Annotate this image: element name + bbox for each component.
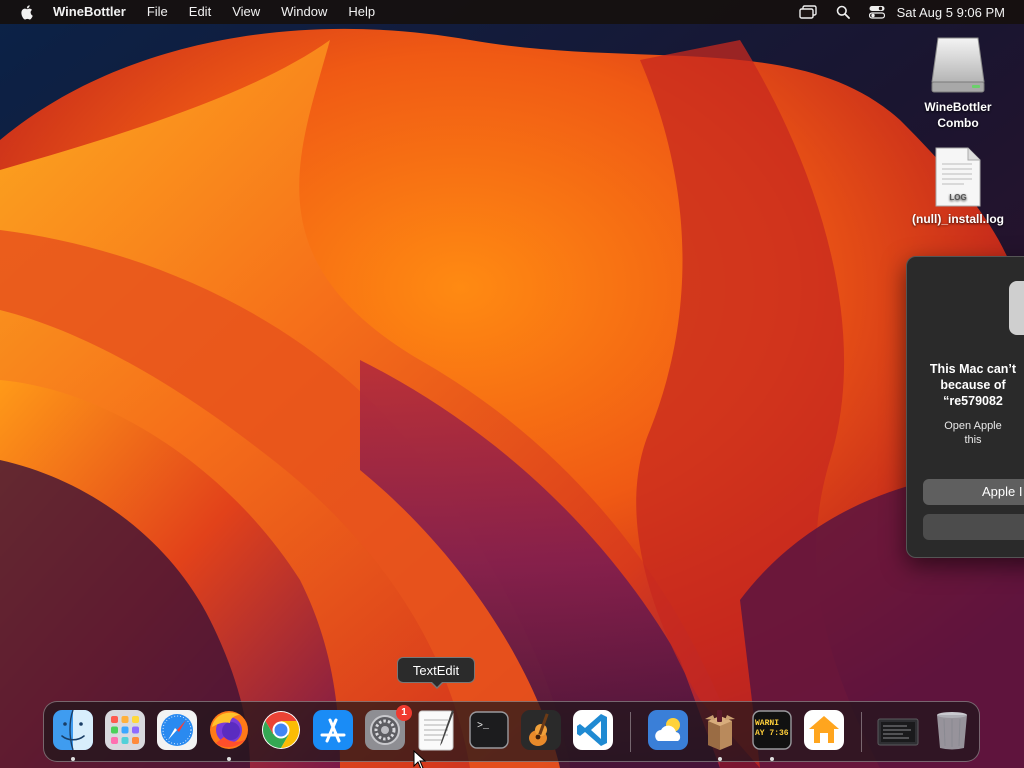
desktop-item-winebottler-combo[interactable]: WineBottler Combo (903, 34, 1013, 131)
menu-bar: WineBottler File Edit View Window Help S… (0, 0, 1024, 24)
downloads-stack-icon[interactable] (877, 709, 919, 751)
firefox-icon[interactable] (208, 709, 250, 751)
running-indicator (718, 757, 722, 761)
mouse-cursor-icon (413, 750, 427, 768)
dock-tooltip-text: TextEdit (412, 663, 460, 678)
desktop-wallpaper (0, 0, 1024, 768)
screen-mirroring-icon[interactable] (798, 5, 817, 19)
desktop-item-label: (null)_install.log (912, 212, 1004, 226)
chrome-icon[interactable] (260, 709, 302, 751)
menubar-clock[interactable]: Sat Aug 5 9:06 PM (897, 5, 1005, 20)
dock-item-system-settings[interactable]: 1 (364, 705, 412, 751)
log-badge: LOG (949, 193, 966, 202)
alert-primary-button[interactable]: Apple I (923, 479, 1024, 505)
dock-item-console[interactable]: WARNI AY 7:36 (751, 709, 793, 751)
desktop-item-install-log[interactable]: LOG (null)_install.log (903, 146, 1013, 227)
menu-window[interactable]: Window (281, 0, 327, 24)
vscode-icon[interactable] (572, 709, 614, 751)
alert-app-icon (1009, 281, 1024, 335)
menu-help[interactable]: Help (348, 0, 375, 24)
menubar-status-area: Sat Aug 5 9:06 PM (780, 0, 1005, 24)
disk-image-icon (931, 37, 985, 93)
garageband-icon[interactable] (520, 709, 562, 751)
running-indicator (227, 757, 231, 761)
log-file-icon: LOG (935, 147, 981, 207)
app-store-icon[interactable] (312, 709, 354, 751)
menu-app-name[interactable]: WineBottler (53, 0, 126, 24)
alert-dialog: This Mac can’t because of “re579082 Open… (906, 256, 1024, 558)
desktop-item-label: WineBottler Combo (924, 100, 992, 130)
textedit-icon[interactable] (416, 709, 458, 751)
alert-secondary-button[interactable]: I (923, 514, 1024, 540)
dock-separator (861, 712, 862, 752)
home-icon[interactable] (803, 709, 845, 751)
winebottler-icon[interactable] (699, 709, 741, 751)
dock-separator (630, 712, 631, 752)
spotlight-search-icon[interactable] (836, 5, 850, 19)
dock: 1 >_ WARNI AY 7:36 (43, 701, 980, 762)
weather-icon[interactable] (647, 709, 689, 751)
menu-view[interactable]: View (232, 0, 260, 24)
launchpad-icon[interactable] (104, 709, 146, 751)
alert-message: Open Apple this (944, 420, 1002, 446)
console-icon-text: WARNI AY 7:36 (755, 719, 789, 738)
notification-badge: 1 (396, 705, 412, 721)
finder-icon[interactable] (52, 709, 94, 751)
apple-menu-icon[interactable] (19, 4, 33, 20)
menu-edit[interactable]: Edit (189, 0, 211, 24)
dock-tooltip: TextEdit (397, 657, 475, 689)
safari-icon[interactable] (156, 709, 198, 751)
menu-file[interactable]: File (147, 0, 168, 24)
trash-icon[interactable] (931, 709, 973, 751)
running-indicator (770, 757, 774, 761)
running-indicator (71, 757, 75, 761)
terminal-icon[interactable]: >_ (468, 709, 510, 751)
svg-text:>_: >_ (477, 721, 490, 732)
alert-title: This Mac can’t because of “re579082 (929, 362, 1017, 408)
control-center-icon[interactable] (868, 5, 885, 19)
